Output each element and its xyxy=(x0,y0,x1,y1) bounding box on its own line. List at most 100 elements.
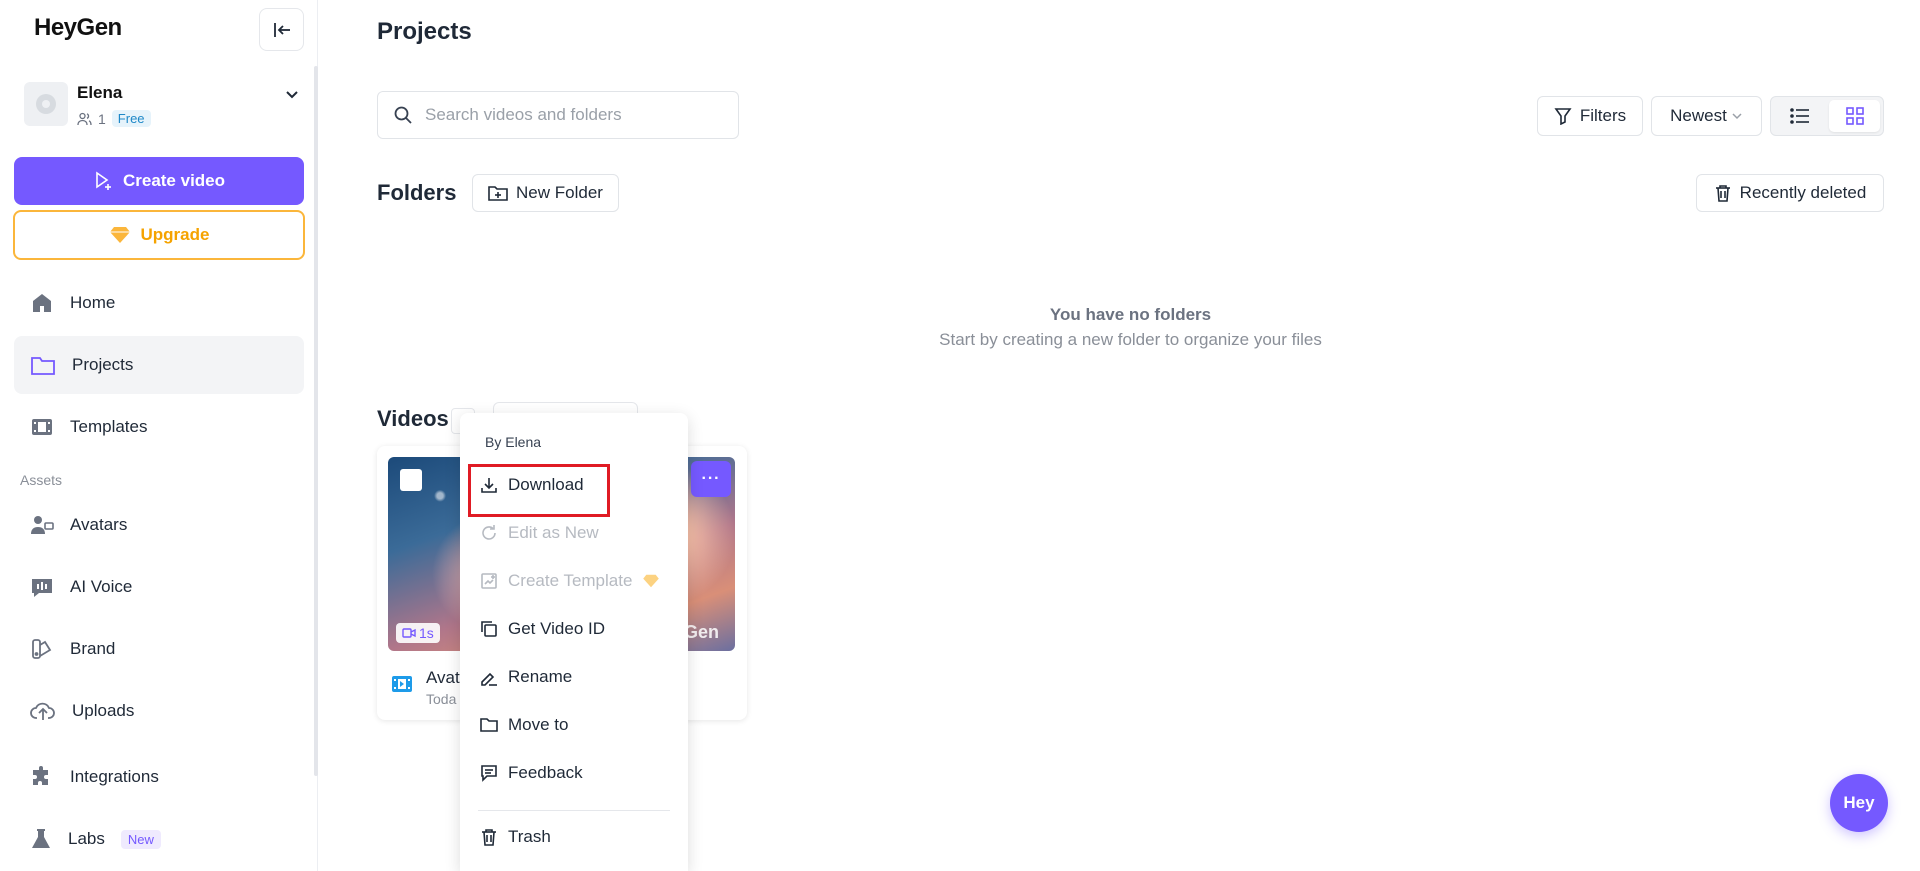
sidebar-item-brand[interactable]: Brand xyxy=(14,620,304,678)
duration-label: 1s xyxy=(419,625,434,641)
avatar-icon xyxy=(31,516,54,534)
new-folder-button[interactable]: New Folder xyxy=(472,174,619,212)
sidebar-item-label: Avatars xyxy=(70,515,128,534)
search-input[interactable] xyxy=(425,105,715,125)
sort-dropdown[interactable]: Newest xyxy=(1651,96,1762,136)
sidebar-item-home[interactable]: Home xyxy=(14,274,304,332)
video-date: Toda xyxy=(426,691,457,707)
heygen-logo[interactable]: HeyGen xyxy=(34,14,122,42)
collapse-sidebar-button[interactable] xyxy=(259,8,304,51)
sidebar-item-integrations[interactable]: Integrations xyxy=(14,748,304,806)
menu-item-label: Download xyxy=(508,475,584,494)
folder-icon xyxy=(31,357,55,375)
new-badge: New xyxy=(120,829,161,849)
menu-item-label: Rename xyxy=(508,667,573,686)
download-icon xyxy=(481,478,497,493)
brand-icon xyxy=(32,639,52,659)
sidebar-item-label: Home xyxy=(70,293,116,312)
more-options-button[interactable]: ··· xyxy=(691,461,731,497)
account-name: Elena xyxy=(77,83,123,102)
video-camera-icon xyxy=(402,628,416,638)
sidebar-item-label: Brand xyxy=(70,639,116,658)
search-box[interactable] xyxy=(377,91,739,139)
home-icon xyxy=(33,294,51,312)
avatar-placeholder-icon xyxy=(36,94,56,114)
video-context-menu: By Elena Download Edit as New Create Tem… xyxy=(460,413,688,871)
chevron-down-icon xyxy=(1732,113,1742,120)
page-title: Projects xyxy=(377,18,472,45)
menu-item-create-template[interactable]: Create Template xyxy=(478,563,674,599)
sidebar-item-label: Labs xyxy=(68,829,105,848)
video-duration: 1s xyxy=(396,623,440,643)
grid-view-button[interactable] xyxy=(1829,100,1880,132)
menu-item-trash[interactable]: Trash xyxy=(478,819,674,855)
copy-icon xyxy=(481,621,497,637)
diamond-icon xyxy=(643,574,660,588)
create-video-label: Create video xyxy=(122,171,226,190)
sidebar-scrollbar[interactable] xyxy=(314,66,318,776)
avatar xyxy=(24,82,68,126)
menu-item-label: Edit as New xyxy=(508,523,599,542)
puzzle-icon xyxy=(33,766,48,785)
filter-icon xyxy=(1554,108,1572,125)
diamond-icon xyxy=(109,227,130,243)
menu-item-feedback[interactable]: Feedback xyxy=(478,755,674,791)
sidebar-item-uploads[interactable]: Uploads xyxy=(14,682,304,740)
list-icon xyxy=(1789,108,1809,124)
upgrade-button[interactable]: Upgrade xyxy=(13,210,305,260)
sidebar-item-label: Uploads xyxy=(72,701,135,720)
menu-item-rename[interactable]: Rename xyxy=(478,659,674,695)
create-video-button[interactable]: Create video xyxy=(14,157,304,205)
trash-icon xyxy=(482,829,496,846)
filters-label: Filters xyxy=(1579,106,1627,125)
video-file-icon xyxy=(392,676,412,692)
create-video-icon xyxy=(96,171,111,190)
menu-item-download[interactable]: Download xyxy=(478,467,674,503)
menu-item-move-to[interactable]: Move to xyxy=(478,707,674,743)
sidebar: HeyGen Elena 1 Free Create video Upgrade xyxy=(0,0,318,871)
new-folder-label: New Folder xyxy=(516,183,603,202)
menu-item-get-video-id[interactable]: Get Video ID xyxy=(478,611,674,647)
menu-item-label: Trash xyxy=(508,827,551,846)
menu-item-edit-as-new[interactable]: Edit as New xyxy=(478,515,674,551)
sidebar-item-labs[interactable]: Labs New xyxy=(14,810,304,868)
menu-divider xyxy=(478,810,670,811)
sort-label: Newest xyxy=(1670,106,1727,125)
chat-assistant-button[interactable]: Hey xyxy=(1830,774,1888,832)
members-icon xyxy=(77,112,92,125)
list-view-button[interactable] xyxy=(1774,100,1825,132)
account-switcher[interactable]: Elena 1 Free xyxy=(24,80,300,130)
sidebar-item-templates[interactable]: Templates xyxy=(14,398,304,456)
app-root: HeyGen Elena 1 Free Create video Upgrade xyxy=(0,0,1920,871)
folders-heading: Folders xyxy=(377,180,457,205)
upgrade-label: Upgrade xyxy=(140,225,210,244)
recently-deleted-button[interactable]: Recently deleted xyxy=(1696,174,1884,212)
empty-folders-title: You have no folders xyxy=(1049,305,1212,324)
sidebar-item-label: Integrations xyxy=(70,767,159,786)
menu-item-label: Move to xyxy=(508,715,569,734)
filters-button[interactable]: Filters xyxy=(1537,96,1643,136)
empty-folders-subtitle: Start by creating a new folder to organi… xyxy=(939,330,1322,349)
sidebar-item-ai-voice[interactable]: AI Voice xyxy=(14,558,304,616)
refresh-icon xyxy=(482,525,496,540)
trash-icon xyxy=(1715,185,1730,202)
folder-icon xyxy=(480,718,498,732)
film-icon xyxy=(32,419,52,435)
sidebar-item-label: AI Voice xyxy=(70,577,133,596)
view-toggle xyxy=(1770,96,1884,136)
sidebar-item-projects[interactable]: Projects xyxy=(14,336,304,394)
recently-deleted-label: Recently deleted xyxy=(1739,183,1867,202)
videos-heading: Videos xyxy=(377,406,449,431)
sidebar-item-label: Templates xyxy=(70,417,148,436)
upload-icon xyxy=(30,702,55,720)
chevron-down-icon xyxy=(286,91,298,99)
sidebar-item-label: Projects xyxy=(72,355,134,374)
feedback-icon xyxy=(481,765,497,782)
sidebar-item-avatars[interactable]: Avatars xyxy=(14,496,304,554)
video-title[interactable]: Avat xyxy=(426,668,460,688)
menu-item-label: Create Template xyxy=(508,571,633,590)
flask-icon xyxy=(32,829,50,848)
collapse-icon xyxy=(273,22,290,37)
grid-icon xyxy=(1845,107,1864,125)
video-select-checkbox[interactable] xyxy=(400,469,422,491)
